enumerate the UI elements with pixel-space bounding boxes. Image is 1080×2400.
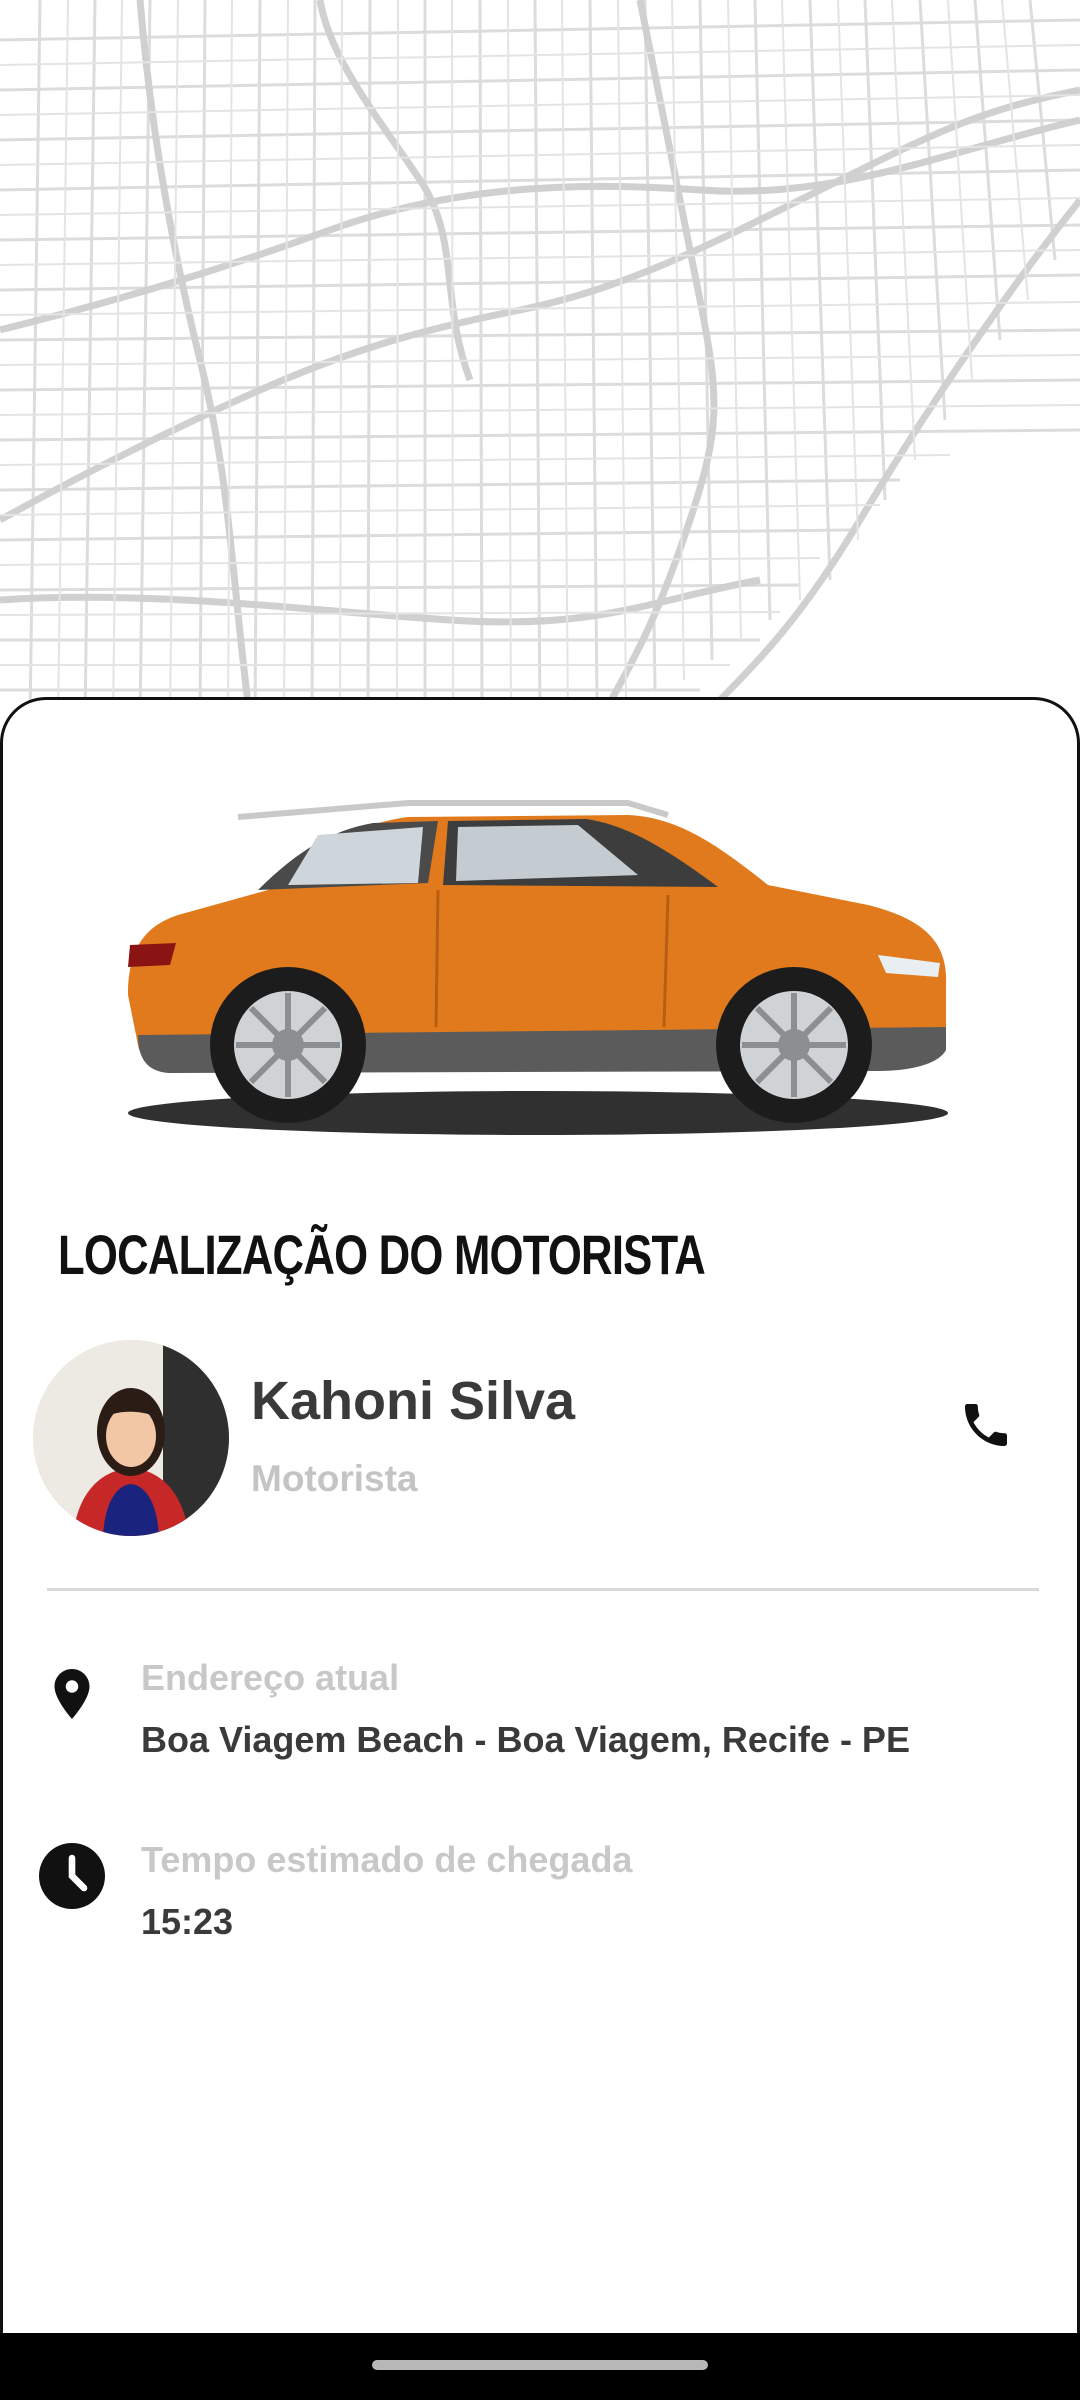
street-map (0, 0, 1080, 720)
avatar (33, 1340, 229, 1536)
eta-label: Tempo estimado de chegada (141, 1839, 633, 1880)
driver-location-screen: LOCALIZAÇÃO DO MOTORISTA Kahoni Silva Mo… (0, 0, 1080, 2400)
system-nav-bar (0, 2333, 1080, 2400)
map-view[interactable] (0, 0, 1080, 720)
address-value: Boa Viagem Beach - Boa Viagem, Recife - … (141, 1719, 910, 1760)
clock-icon (33, 1837, 111, 1915)
home-gesture-handle[interactable] (372, 2360, 708, 2370)
address-label: Endereço atual (141, 1657, 400, 1698)
call-button[interactable] (951, 1390, 1021, 1460)
driver-name: Kahoni Silva (251, 1371, 576, 1431)
phone-icon (965, 1404, 1007, 1446)
eta-value: 15:23 (141, 1901, 234, 1942)
location-pin-icon (33, 1655, 111, 1733)
divider (47, 1588, 1039, 1591)
current-address: Endereço atual Boa Viagem Beach - Boa Vi… (33, 1655, 1043, 1795)
driver-card: Kahoni Silva Motorista (33, 1340, 1053, 1540)
estimated-arrival: Tempo estimado de chegada 15:23 (33, 1837, 1043, 1977)
driver-info-sheet: LOCALIZAÇÃO DO MOTORISTA Kahoni Silva Mo… (0, 697, 1080, 2337)
driver-role: Motorista (251, 1458, 418, 1499)
car-image (108, 795, 968, 1145)
page-title: LOCALIZAÇÃO DO MOTORISTA (58, 1223, 706, 1286)
